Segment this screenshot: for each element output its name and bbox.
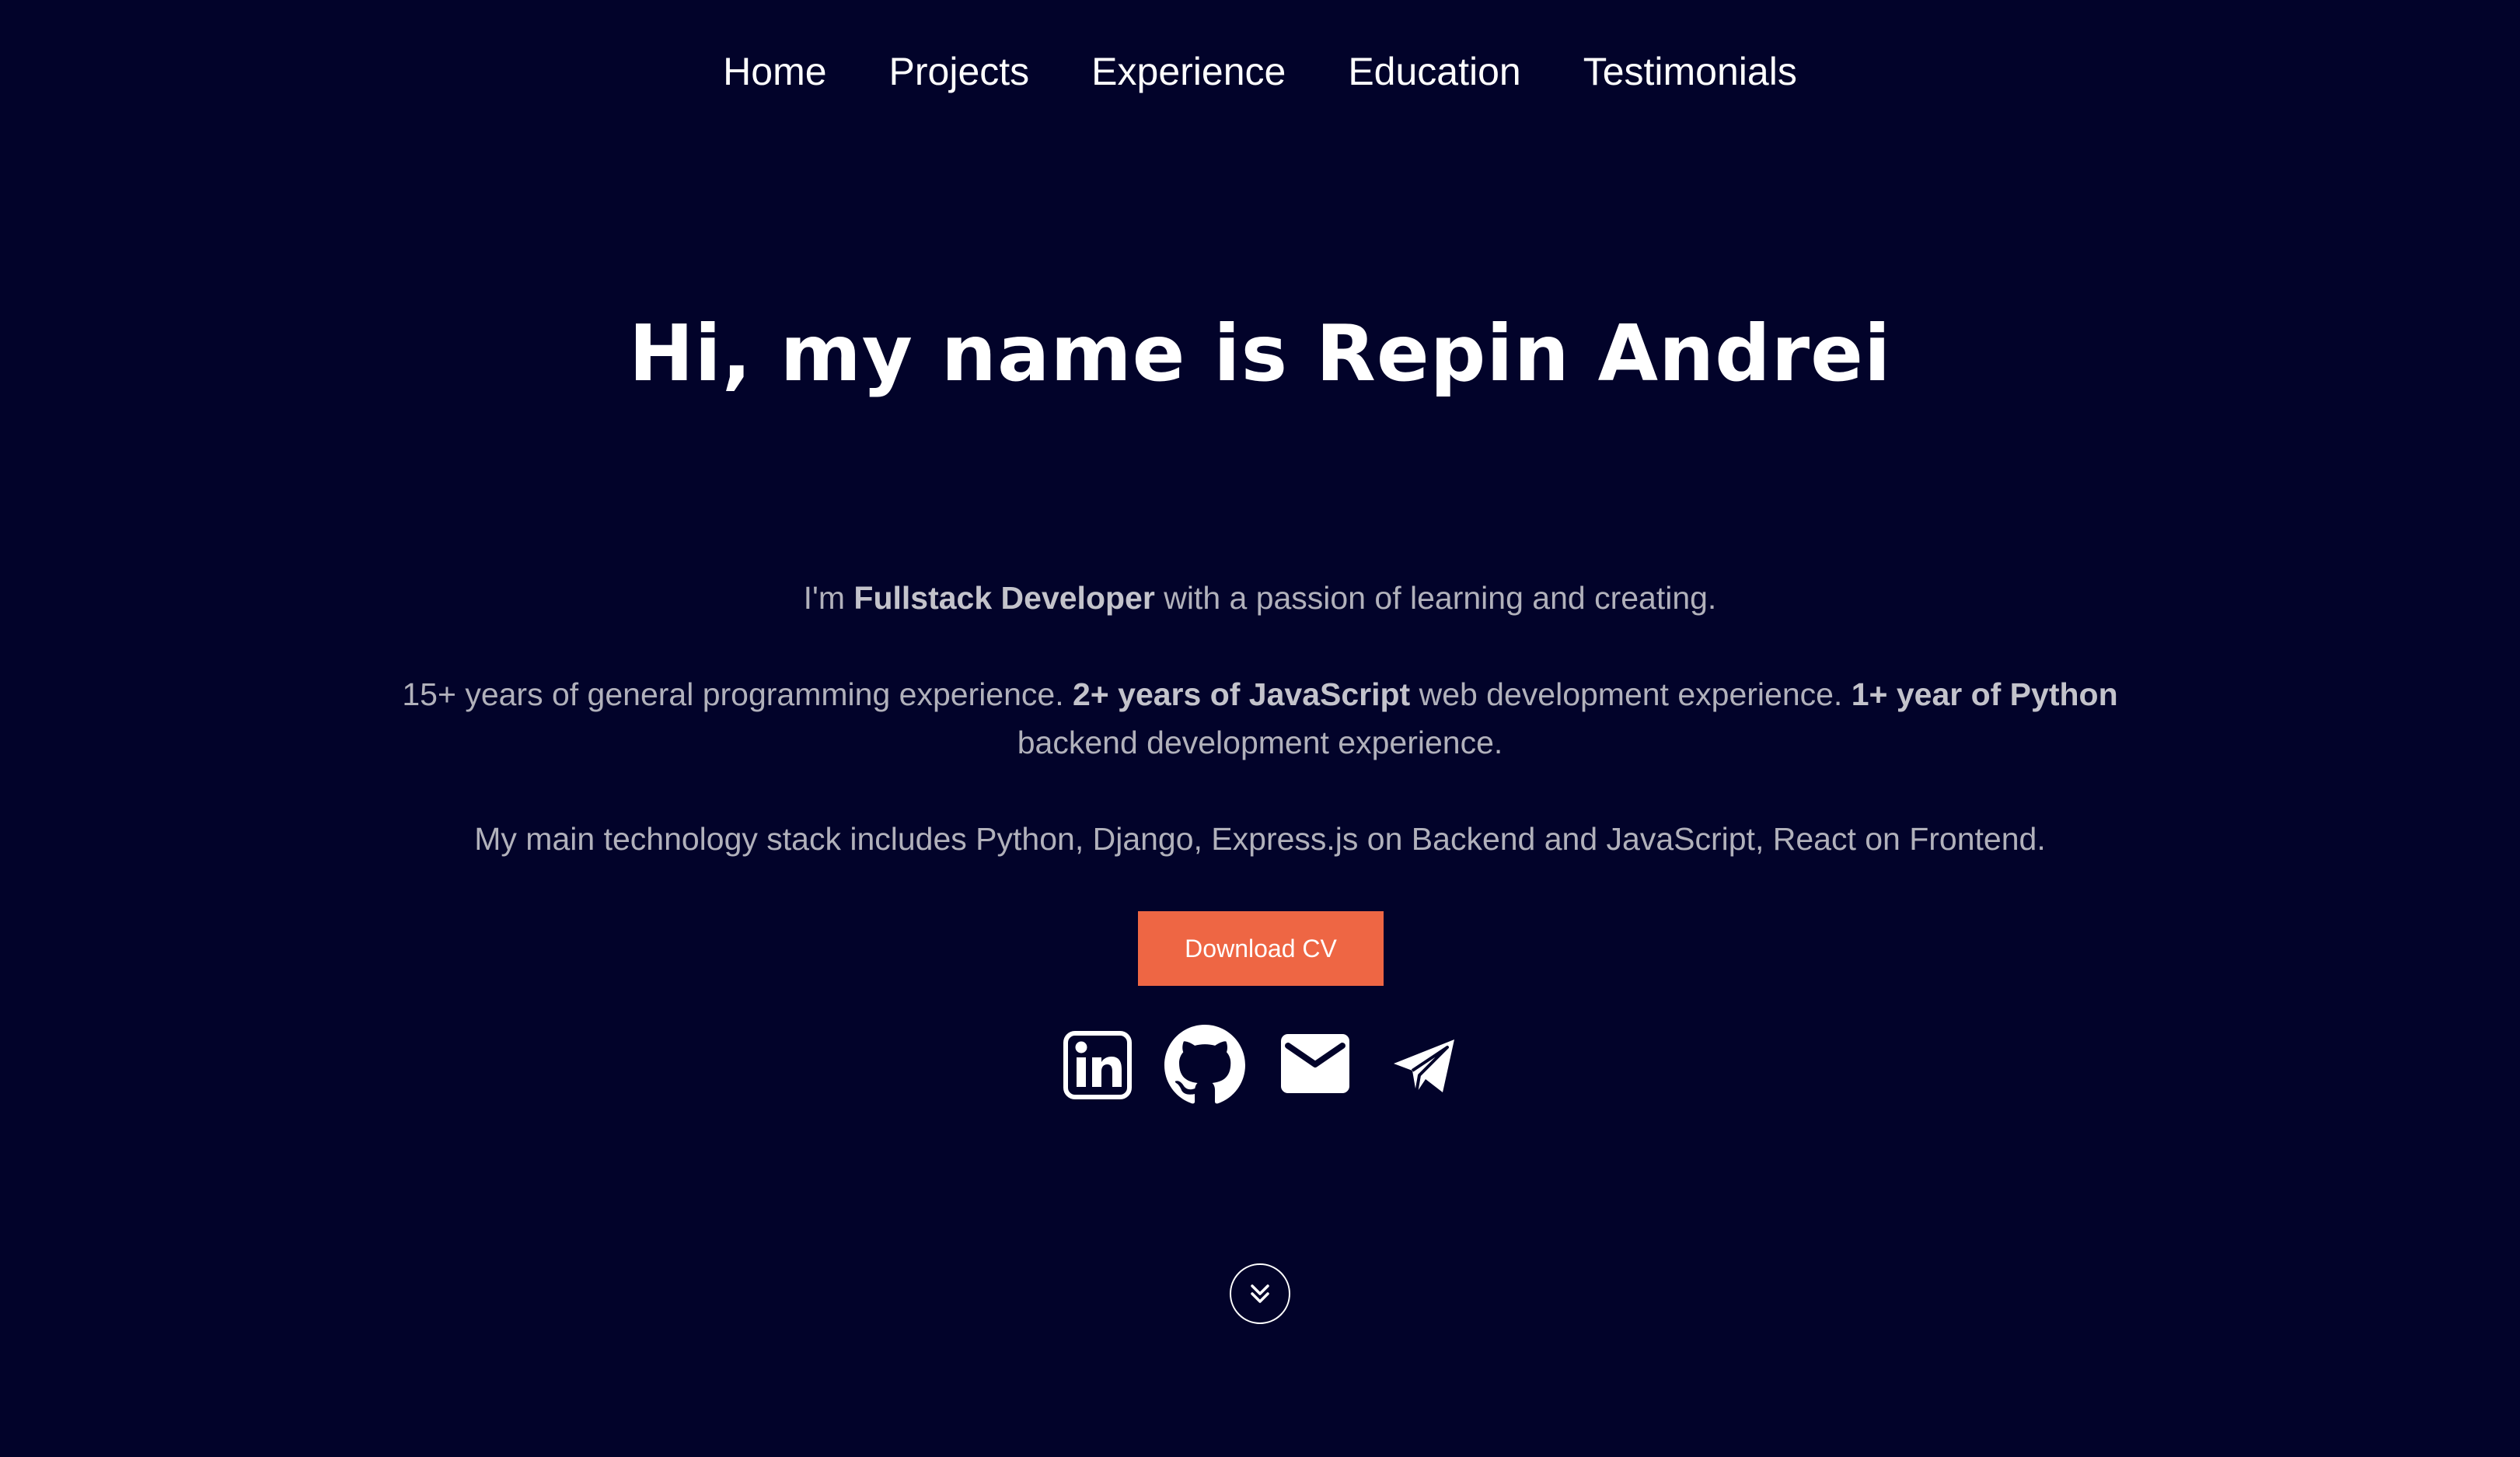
mail-icon: [1281, 1034, 1349, 1093]
nav-projects-link[interactable]: Projects: [889, 45, 1030, 98]
intro-text: I'm Fullstack Developer with a passion o…: [358, 574, 2162, 622]
telegram-link[interactable]: [1393, 1039, 1455, 1095]
telegram-icon: [1394, 1039, 1454, 1094]
about-section: I'm Fullstack Developer with a passion o…: [358, 574, 2162, 863]
experience-web: web development experience.: [1410, 676, 1852, 712]
scroll-down-button[interactable]: [1230, 1263, 1290, 1324]
intro-prefix: I'm: [803, 580, 854, 616]
github-icon: [1164, 1025, 1245, 1104]
email-link[interactable]: [1281, 1034, 1349, 1093]
nav-home-link[interactable]: Home: [723, 45, 826, 98]
nav-testimonials-link[interactable]: Testimonials: [1583, 45, 1797, 98]
stack-text: My main technology stack includes Python…: [474, 821, 2046, 857]
experience-text: 15+ years of general programming experie…: [358, 670, 2162, 767]
nav-education-link[interactable]: Education: [1348, 45, 1520, 98]
github-link[interactable]: [1164, 1025, 1245, 1106]
experience-general: 15+ years of general programming experie…: [402, 676, 1073, 712]
double-chevron-down-icon: [1251, 1284, 1269, 1303]
intro-suffix: with a passion of learning and creating.: [1154, 580, 1717, 616]
nav-experience-link[interactable]: Experience: [1091, 45, 1286, 98]
intro-role: Fullstack Developer: [853, 580, 1155, 616]
experience-python: 1+ year of Python: [1851, 676, 2118, 712]
experience-backend: backend development experience.: [1017, 725, 1503, 760]
download-cv-button[interactable]: Download CV: [1138, 911, 1384, 986]
linkedin-link[interactable]: [1063, 1031, 1132, 1099]
social-links: [0, 1025, 2520, 1106]
experience-javascript: 2+ years of JavaScript: [1073, 676, 1411, 712]
main-nav: Home Projects Experience Education Testi…: [0, 45, 2520, 98]
page-title: Hi, my name is Repin Andrei: [628, 308, 1892, 399]
linkedin-icon: [1063, 1031, 1132, 1099]
